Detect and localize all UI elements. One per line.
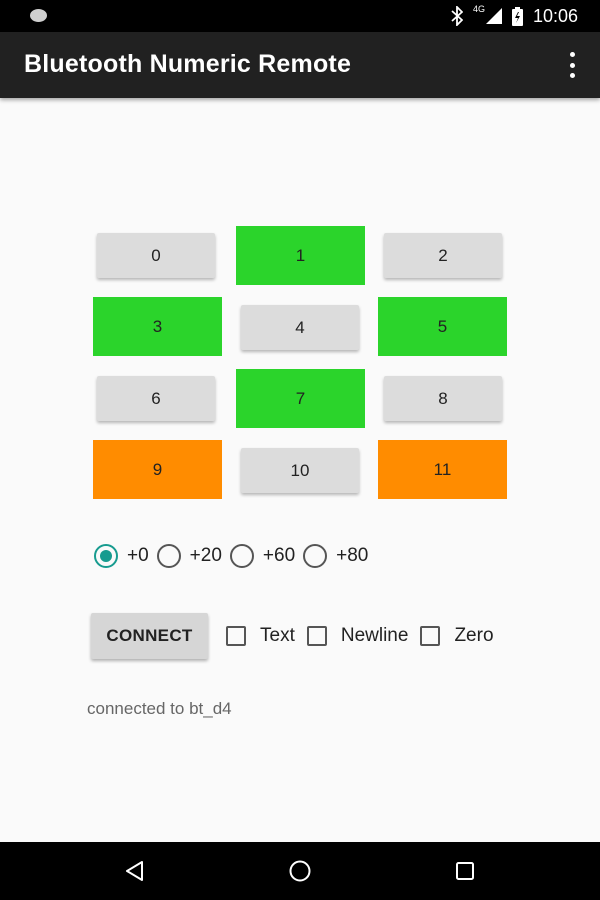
navigation-bar	[0, 842, 600, 900]
clock: 10:06	[532, 5, 578, 26]
radio-button-icon[interactable]	[303, 544, 328, 568]
overflow-menu-icon[interactable]	[566, 52, 578, 78]
options-checkbox-group: Text Newline Zero	[226, 622, 506, 650]
radio-button-icon[interactable]	[229, 544, 254, 568]
status-bar: 4G 10:06	[0, 0, 600, 32]
radio-button-icon[interactable]	[94, 544, 118, 568]
key-5-button[interactable]: 5	[378, 297, 507, 356]
checkbox-label: Zero	[454, 625, 494, 646]
key-11-button[interactable]: 11	[378, 440, 507, 499]
network-type-label: 4G	[472, 4, 485, 14]
checkbox-label: Text	[260, 625, 295, 646]
checkbox-icon[interactable]	[226, 626, 246, 646]
home-icon[interactable]	[270, 842, 330, 900]
battery-icon	[511, 6, 523, 26]
app-bar: Bluetooth Numeric Remote	[0, 32, 600, 98]
offset-option-label: +20	[189, 545, 222, 566]
offset-option-0[interactable]: +0	[94, 544, 149, 568]
key-2-button[interactable]: 2	[384, 233, 502, 278]
key-1-button[interactable]: 1	[236, 226, 365, 285]
back-icon[interactable]	[105, 842, 165, 900]
checkbox-icon[interactable]	[420, 626, 441, 646]
checkbox-label: Newline	[340, 625, 409, 646]
recents-icon[interactable]	[435, 842, 495, 900]
key-6-button[interactable]: 6	[97, 376, 215, 421]
offset-option-label: +80	[336, 545, 369, 566]
offset-option-20[interactable]: +20	[156, 544, 222, 568]
app-title: Bluetooth Numeric Remote	[24, 50, 352, 78]
offset-radio-group: +0 +20 +60 +80	[94, 540, 376, 572]
offset-option-label: +0	[127, 545, 149, 566]
newline-checkbox[interactable]: Newline	[306, 625, 409, 647]
notification-dot-icon	[30, 9, 47, 22]
connect-button[interactable]: CONNECT	[91, 613, 208, 659]
offset-option-60[interactable]: +60	[229, 544, 296, 568]
key-3-button[interactable]: 3	[93, 297, 222, 356]
text-checkbox[interactable]: Text	[226, 625, 295, 647]
checkbox-icon[interactable]	[306, 626, 327, 646]
connection-status-text: connected to bt_d4	[87, 699, 232, 718]
bluetooth-icon	[451, 6, 463, 26]
key-0-button[interactable]: 0	[97, 233, 215, 278]
key-9-button[interactable]: 9	[93, 440, 222, 499]
key-8-button[interactable]: 8	[384, 376, 502, 421]
offset-option-label: +60	[262, 545, 296, 566]
status-icons: 4G 10:06	[451, 0, 578, 32]
zero-checkbox[interactable]: Zero	[420, 625, 494, 647]
key-10-button[interactable]: 10	[241, 448, 359, 493]
radio-button-icon[interactable]	[156, 544, 181, 568]
signal-icon	[485, 8, 502, 24]
key-7-button[interactable]: 7	[236, 369, 365, 428]
offset-option-80[interactable]: +80	[303, 544, 368, 568]
key-4-button[interactable]: 4	[241, 305, 359, 350]
